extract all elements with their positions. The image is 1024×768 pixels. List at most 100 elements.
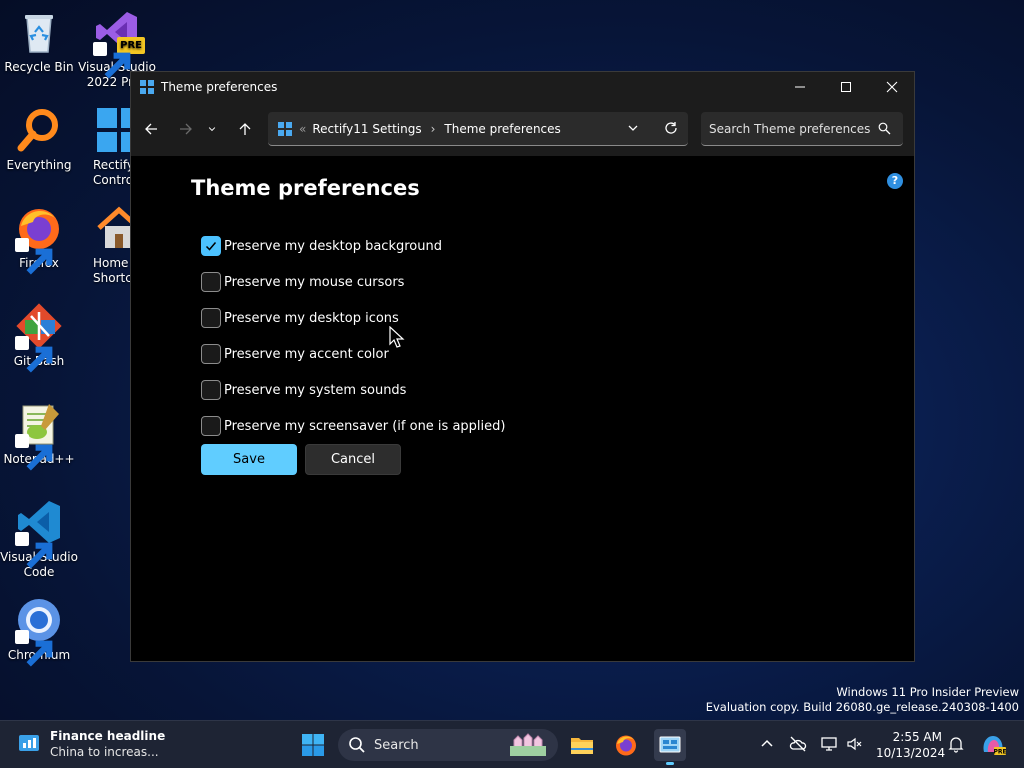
rectify-control-icon <box>95 106 134 154</box>
windows-logo-icon <box>302 734 324 756</box>
option-mouse-cursors[interactable]: Preserve my mouse cursors <box>201 264 505 300</box>
checkbox-unchecked[interactable] <box>201 308 221 328</box>
desktop-icon-home-shortcut[interactable]: Home Shortc <box>74 204 134 286</box>
breadcrumb-root[interactable]: Rectify11 Settings <box>312 122 421 136</box>
volume-status[interactable] <box>846 735 866 755</box>
rectify-settings-icon <box>140 80 154 94</box>
git-bash-icon <box>15 302 63 373</box>
windows-watermark: Windows 11 Pro Insider Preview Evaluatio… <box>706 685 1019 715</box>
taskbar-search[interactable]: Search <box>338 729 558 761</box>
search-box[interactable] <box>701 112 903 146</box>
svg-text:PRE: PRE <box>993 749 1006 756</box>
shortcut-arrow-icon <box>93 42 131 79</box>
back-button[interactable] <box>137 116 165 142</box>
shortcut-arrow-icon <box>15 434 53 471</box>
taskbar-file-explorer[interactable] <box>566 729 598 761</box>
shortcut-arrow-icon <box>15 238 53 275</box>
onedrive-status[interactable] <box>789 735 809 755</box>
search-icon <box>349 737 365 753</box>
title-bar[interactable]: Theme preferences <box>131 72 914 102</box>
desktop-icon-label: Rectify Contro <box>93 158 134 187</box>
option-label: Preserve my desktop background <box>224 238 442 254</box>
option-screensaver[interactable]: Preserve my screensaver (if one is appli… <box>201 408 505 444</box>
chevron-right-icon[interactable]: › <box>431 122 436 136</box>
option-desktop-background[interactable]: Preserve my desktop background <box>201 228 505 264</box>
page-title: Theme preferences <box>191 176 420 200</box>
notifications-button[interactable] <box>947 735 967 755</box>
desktop-icon-everything[interactable]: Everything <box>0 106 78 173</box>
cloud-off-icon <box>789 736 807 752</box>
search-icon[interactable] <box>878 122 891 135</box>
show-hidden-icons-button[interactable] <box>758 735 778 755</box>
widgets-button[interactable]: Finance headline China to increas... <box>18 728 165 760</box>
mouse-cursor-icon <box>389 326 405 348</box>
checkbox-checked[interactable] <box>201 236 221 256</box>
search-input[interactable] <box>701 121 871 136</box>
options-list: Preserve my desktop background Preserve … <box>201 228 505 444</box>
firefox-icon <box>616 735 636 756</box>
chevron-up-icon <box>761 739 773 747</box>
taskbar-rectify-settings[interactable] <box>654 729 686 765</box>
theme-preferences-window: Theme preferences « Rectify11 Settings › <box>130 71 915 662</box>
network-status[interactable] <box>820 735 840 755</box>
forward-button[interactable] <box>172 116 200 142</box>
desktop-icon-label: Home Shortc <box>93 256 132 285</box>
desktop-icon-chromium[interactable]: Chromium <box>0 596 78 667</box>
up-button[interactable] <box>231 116 259 142</box>
search-highlight-icon <box>510 733 546 756</box>
desktop-icon-recycle-bin[interactable]: Recycle Bin <box>0 8 78 75</box>
desktop-icon-firefox[interactable]: Firefox <box>0 204 78 275</box>
address-bar[interactable]: « Rectify11 Settings › Theme preferences <box>268 112 688 146</box>
volume-muted-icon <box>847 737 862 751</box>
chevron-down-icon[interactable] <box>626 121 640 135</box>
chevron-down-icon <box>208 127 216 132</box>
taskbar-firefox[interactable] <box>610 729 642 761</box>
save-button[interactable]: Save <box>201 444 297 475</box>
option-accent-color[interactable]: Preserve my accent color <box>201 336 505 372</box>
recent-locations-button[interactable] <box>203 116 221 142</box>
help-icon[interactable]: ? <box>887 173 903 189</box>
rectify-settings-icon <box>278 121 292 136</box>
shortcut-arrow-icon <box>15 630 53 667</box>
desktop-icon-vscode[interactable]: Visual Studio Code <box>0 498 78 580</box>
desktop-icon-git-bash[interactable]: Git Bash <box>0 302 78 373</box>
maximize-button[interactable] <box>823 72 869 102</box>
breadcrumb-current[interactable]: Theme preferences <box>444 122 560 136</box>
start-button[interactable] <box>297 729 329 761</box>
copilot-button[interactable]: PRE <box>980 732 1007 758</box>
option-label: Preserve my desktop icons <box>224 310 399 326</box>
desktop-icon-notepad-plus-plus[interactable]: Notepad++ <box>0 400 78 471</box>
widget-title: Finance headline <box>50 729 166 743</box>
network-icon <box>821 737 837 751</box>
watermark-build: Evaluation copy. Build 26080.ge_release.… <box>705 700 1019 714</box>
checkbox-unchecked[interactable] <box>201 272 221 292</box>
double-chevron-left-icon[interactable]: « <box>299 122 306 136</box>
checkbox-unchecked[interactable] <box>201 416 221 436</box>
close-button[interactable] <box>869 72 915 102</box>
home-shortcut-icon <box>95 204 134 252</box>
system-clock[interactable]: 2:55 AM 10/13/2024 <box>876 729 946 761</box>
shortcut-arrow-icon <box>15 336 53 373</box>
rectify-settings-icon <box>659 736 681 753</box>
desktop-icon-label: Recycle Bin <box>4 60 74 74</box>
checkbox-unchecked[interactable] <box>201 344 221 364</box>
maximize-icon <box>841 82 851 92</box>
option-system-sounds[interactable]: Preserve my system sounds <box>201 372 505 408</box>
copilot-icon: PRE <box>983 736 1007 756</box>
option-desktop-icons[interactable]: Preserve my desktop icons <box>201 300 505 336</box>
checkmark-icon <box>205 242 217 251</box>
minimize-button[interactable] <box>777 72 823 102</box>
refresh-icon[interactable] <box>664 121 678 135</box>
notepad-plus-plus-icon <box>15 400 63 471</box>
settings-content: Theme preferences ? Preserve my desktop … <box>131 156 914 661</box>
checkbox-unchecked[interactable] <box>201 380 221 400</box>
desktop-icon-rectify-control[interactable]: Rectify Contro <box>74 106 134 188</box>
option-label: Preserve my screensaver (if one is appli… <box>224 418 506 434</box>
option-label: Preserve my system sounds <box>224 382 407 398</box>
cancel-button[interactable]: Cancel <box>305 444 401 475</box>
arrow-up-icon <box>239 123 251 135</box>
taskbar-search-label: Search <box>374 737 419 753</box>
watermark-edition: Windows 11 Pro Insider Preview <box>836 685 1019 699</box>
clock-date: 10/13/2024 <box>876 746 946 760</box>
finance-widget-icon <box>19 735 39 751</box>
